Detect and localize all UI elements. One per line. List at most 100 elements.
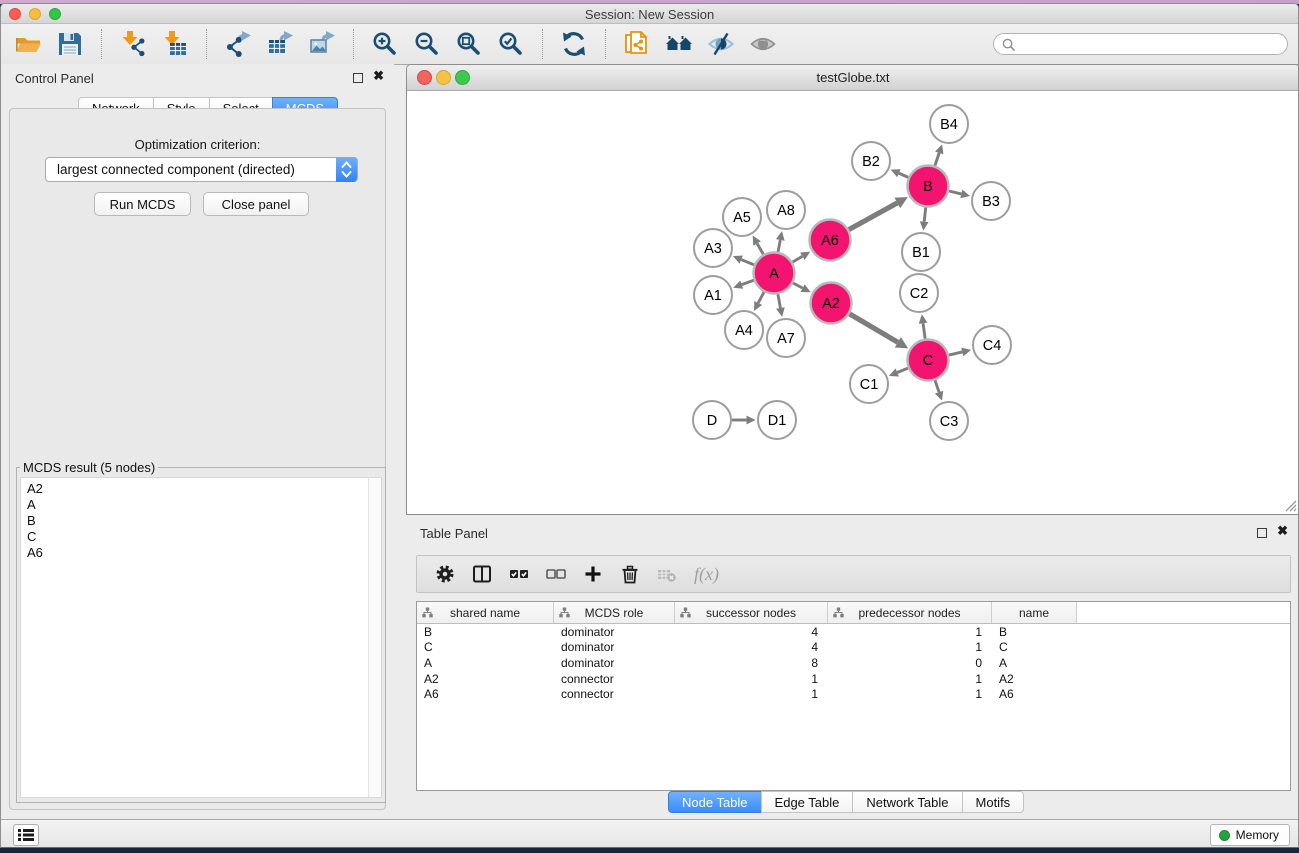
column-header-mcds-role[interactable]: MCDS role bbox=[554, 602, 675, 623]
table-panel-float-button[interactable] bbox=[1257, 528, 1267, 538]
toolbar-separator bbox=[605, 29, 606, 59]
run-mcds-button[interactable]: Run MCDS bbox=[94, 192, 191, 216]
show-panels-button[interactable] bbox=[13, 824, 39, 846]
edge-A2-C[interactable] bbox=[850, 314, 898, 342]
node-A[interactable]: A bbox=[754, 253, 795, 294]
edge-A-A7[interactable] bbox=[778, 294, 781, 308]
mcds-result-item[interactable]: B bbox=[21, 513, 381, 529]
zoom-out-button[interactable] bbox=[406, 26, 448, 62]
edge-A-A3[interactable] bbox=[741, 260, 754, 265]
search-input[interactable] bbox=[1020, 35, 1280, 53]
column-header-name[interactable]: name bbox=[992, 602, 1077, 623]
column-header-predecessor-nodes[interactable]: predecessor nodes bbox=[828, 602, 992, 623]
edge-B-B2[interactable] bbox=[899, 173, 908, 177]
node-A2[interactable]: A2 bbox=[811, 283, 852, 324]
result-list-scrollbar[interactable] bbox=[368, 478, 381, 797]
delete-columns-button[interactable] bbox=[620, 564, 640, 584]
node-B4[interactable]: B4 bbox=[930, 105, 968, 143]
create-column-button[interactable] bbox=[583, 564, 603, 584]
export-network-button[interactable] bbox=[217, 26, 259, 62]
deselect-all-columns-button[interactable] bbox=[546, 564, 566, 584]
resize-grip[interactable] bbox=[1284, 499, 1297, 512]
refresh-view-button[interactable] bbox=[553, 26, 595, 62]
table-panel-close-button[interactable]: ✖ bbox=[1277, 523, 1288, 539]
table-row[interactable]: Cdominator41C bbox=[417, 640, 1290, 656]
export-table-button[interactable] bbox=[259, 26, 301, 62]
import-table-button[interactable] bbox=[154, 26, 196, 62]
edge-A6-B[interactable] bbox=[849, 203, 898, 230]
export-image-button[interactable] bbox=[301, 26, 343, 62]
node-B1[interactable]: B1 bbox=[902, 233, 940, 271]
edge-A-A2[interactable] bbox=[793, 283, 803, 288]
node-A3[interactable]: A3 bbox=[694, 229, 732, 267]
node-D1[interactable]: D1 bbox=[758, 401, 796, 439]
tab-motifs[interactable]: Motifs bbox=[962, 791, 1025, 813]
optimization-criterion-select[interactable]: largest connected component (directed) bbox=[45, 157, 358, 182]
search-box[interactable] bbox=[993, 33, 1288, 55]
hide-details-button[interactable] bbox=[700, 26, 742, 62]
import-network-button[interactable] bbox=[112, 26, 154, 62]
add-column-icon bbox=[583, 564, 603, 584]
memory-button[interactable]: Memory bbox=[1210, 824, 1290, 846]
tab-node-table[interactable]: Node Table bbox=[668, 791, 762, 813]
new-network-document-button[interactable] bbox=[616, 26, 658, 62]
node-C1[interactable]: C1 bbox=[850, 365, 888, 403]
mcds-result-item[interactable]: A2 bbox=[21, 481, 381, 497]
node-A4[interactable]: A4 bbox=[725, 311, 763, 349]
table-cell: A2 bbox=[417, 672, 554, 686]
mcds-result-item[interactable]: C bbox=[21, 529, 381, 545]
edge-A-A1[interactable] bbox=[742, 280, 754, 284]
node-A6[interactable]: A6 bbox=[810, 220, 851, 261]
show-details-button[interactable] bbox=[742, 26, 784, 62]
node-A8[interactable]: A8 bbox=[767, 191, 805, 229]
table-row[interactable]: Adominator80A bbox=[417, 655, 1290, 671]
home-button[interactable] bbox=[658, 26, 700, 62]
network-canvas[interactable]: A A1 A2 A3 A4 A5 A6 A7 A8 B B1 B2 B3 B4 C C1 C2 C3C4 D D1 bbox=[407, 91, 1299, 514]
edge-C-C3[interactable] bbox=[935, 380, 939, 392]
node-A5[interactable]: A5 bbox=[723, 198, 761, 236]
mcds-result-item[interactable]: A6 bbox=[21, 545, 381, 561]
column-header-shared-name[interactable]: shared name bbox=[417, 602, 554, 623]
control-panel-close-button[interactable]: ✖ bbox=[373, 68, 384, 84]
zoom-fit-button[interactable] bbox=[448, 26, 490, 62]
edge-C-C1[interactable] bbox=[897, 368, 908, 372]
node-D[interactable]: D bbox=[693, 401, 731, 439]
show-columns-button[interactable] bbox=[472, 564, 492, 584]
node-C[interactable]: C bbox=[908, 340, 949, 381]
save-session-button[interactable] bbox=[49, 26, 91, 62]
edge-A-A6[interactable] bbox=[793, 256, 803, 262]
edge-C-C4[interactable] bbox=[949, 352, 962, 355]
edge-C-C2[interactable] bbox=[923, 323, 925, 338]
tab-network-table[interactable]: Network Table bbox=[852, 791, 962, 813]
node-C2[interactable]: C2 bbox=[900, 274, 938, 312]
edge-B-B4[interactable] bbox=[935, 153, 939, 166]
edge-A-A8[interactable] bbox=[778, 240, 780, 252]
zoom-in-button[interactable] bbox=[364, 26, 406, 62]
node-A7[interactable]: A7 bbox=[767, 319, 805, 357]
mcds-result-item[interactable]: A bbox=[21, 497, 381, 513]
node-C3[interactable]: C3 bbox=[930, 402, 968, 440]
select-all-columns-button[interactable] bbox=[509, 564, 529, 584]
zoom-selected-button[interactable] bbox=[490, 26, 532, 62]
table-row[interactable]: A6connector11A6 bbox=[417, 686, 1290, 702]
table-row[interactable]: Bdominator41B bbox=[417, 624, 1290, 640]
control-panel-float-button[interactable] bbox=[353, 73, 363, 83]
column-header-label: name bbox=[1019, 606, 1049, 620]
node-C4[interactable]: C4 bbox=[973, 326, 1011, 364]
edge-A-A4[interactable] bbox=[758, 292, 764, 303]
node-B2[interactable]: B2 bbox=[852, 142, 890, 180]
arrowhead-C-C4 bbox=[961, 348, 971, 357]
node-B[interactable]: B bbox=[908, 166, 949, 207]
column-header-successor-nodes[interactable]: successor nodes bbox=[675, 602, 828, 623]
open-session-button[interactable] bbox=[7, 26, 49, 62]
table-row[interactable]: A2connector11A2 bbox=[417, 671, 1290, 687]
refresh-icon bbox=[560, 30, 588, 58]
edge-B-B3[interactable] bbox=[949, 191, 961, 194]
edge-B-B1[interactable] bbox=[924, 207, 926, 221]
tab-edge-table[interactable]: Edge Table bbox=[761, 791, 854, 813]
node-B3[interactable]: B3 bbox=[972, 182, 1010, 220]
close-panel-button[interactable]: Close panel bbox=[203, 192, 309, 216]
node-A1[interactable]: A1 bbox=[694, 276, 732, 314]
table-settings-button[interactable] bbox=[435, 564, 455, 584]
edge-A-A5[interactable] bbox=[757, 243, 763, 254]
